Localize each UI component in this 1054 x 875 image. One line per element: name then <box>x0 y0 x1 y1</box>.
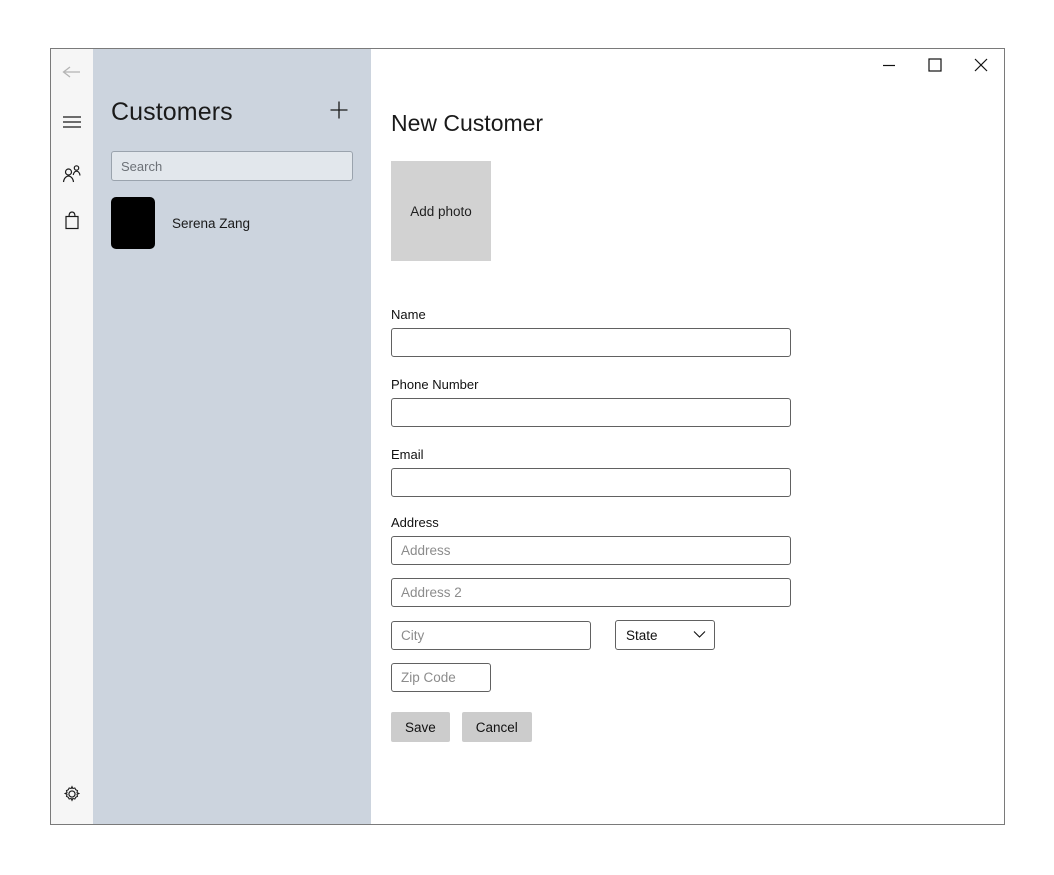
maximize-button[interactable] <box>912 49 958 81</box>
name-input[interactable] <box>391 328 791 357</box>
name-label: Name <box>391 307 1004 322</box>
form-button-row: Save Cancel <box>391 712 1004 742</box>
plus-icon <box>328 99 350 126</box>
search-input[interactable] <box>111 151 353 181</box>
address2-input[interactable] <box>391 578 791 607</box>
email-label: Email <box>391 447 1004 462</box>
address-field-group: Address State <box>391 515 1004 692</box>
search-container <box>93 151 371 181</box>
customers-panel: Customers Serena Zang <box>93 49 371 824</box>
avatar <box>111 197 155 249</box>
state-select-value: State <box>626 628 693 643</box>
detail-pane: New Customer Add photo Name Phone Number… <box>371 49 1004 824</box>
customers-header: Customers <box>93 95 371 129</box>
address-label: Address <box>391 515 1004 530</box>
maximize-icon <box>928 58 942 72</box>
shopping-bag-icon <box>63 210 81 230</box>
people-icon <box>61 164 83 184</box>
icon-rail <box>51 49 93 824</box>
zip-input[interactable] <box>391 663 491 692</box>
phone-field-group: Phone Number <box>391 377 1004 427</box>
email-field-group: Email <box>391 447 1004 497</box>
close-icon <box>974 58 988 72</box>
gear-icon <box>62 784 82 804</box>
minimize-icon <box>882 59 896 71</box>
zip-row <box>391 663 1004 692</box>
phone-label: Phone Number <box>391 377 1004 392</box>
email-input[interactable] <box>391 468 791 497</box>
add-photo-button[interactable]: Add photo <box>391 161 491 261</box>
back-button[interactable] <box>51 50 93 94</box>
address-input[interactable] <box>391 536 791 565</box>
app-window: Customers Serena Zang <box>50 48 1005 825</box>
city-state-row: State <box>391 620 1004 650</box>
navigation-menu-button[interactable] <box>51 100 93 144</box>
detail-page-title: New Customer <box>391 109 1004 137</box>
minimize-button[interactable] <box>866 49 912 81</box>
list-item[interactable]: Serena Zang <box>111 197 353 249</box>
titlebar <box>371 49 1004 81</box>
city-input[interactable] <box>391 621 591 650</box>
settings-button[interactable] <box>51 772 93 816</box>
detail-body: New Customer Add photo Name Phone Number… <box>371 81 1004 742</box>
phone-input[interactable] <box>391 398 791 427</box>
name-field-group: Name <box>391 307 1004 357</box>
hamburger-icon <box>62 115 82 129</box>
add-photo-label: Add photo <box>410 204 472 219</box>
sidebar-item-customers[interactable] <box>51 152 93 196</box>
customer-name: Serena Zang <box>172 216 250 231</box>
address2-row <box>391 578 1004 607</box>
cancel-button[interactable]: Cancel <box>462 712 532 742</box>
customer-list: Serena Zang <box>93 197 371 249</box>
close-button[interactable] <box>958 49 1004 81</box>
chevron-down-icon <box>693 626 706 644</box>
state-select[interactable]: State <box>615 620 715 650</box>
add-customer-button[interactable] <box>325 98 353 126</box>
page-title: Customers <box>111 95 325 129</box>
back-arrow-icon <box>61 64 83 80</box>
save-button[interactable]: Save <box>391 712 450 742</box>
sidebar-item-orders[interactable] <box>51 198 93 242</box>
